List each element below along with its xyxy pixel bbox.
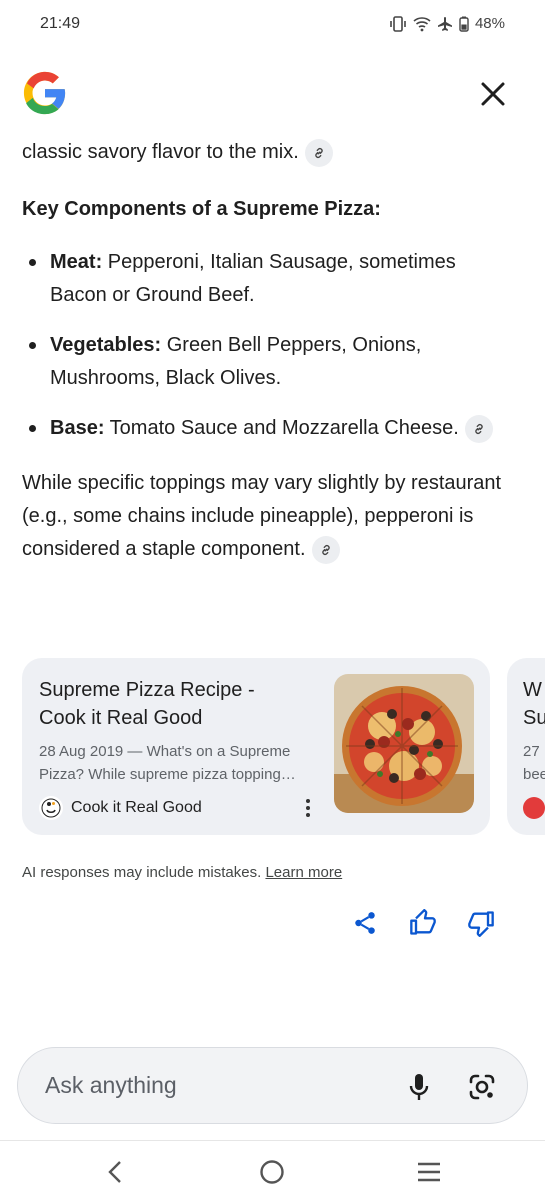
bullet-text: Pepperoni, Italian Sausage, sometimes Ba… — [50, 251, 456, 306]
airplane-icon — [437, 16, 453, 32]
close-icon — [481, 82, 505, 106]
bullet-label: Meat: — [50, 251, 103, 273]
vibrate-icon — [389, 15, 407, 32]
status-time: 21:49 — [40, 15, 81, 32]
components-list: Meat: Pepperoni, Italian Sausage, someti… — [22, 246, 512, 445]
thumbs-down-button[interactable] — [467, 906, 495, 940]
answer-closing: While specific toppings may vary slightl… — [22, 467, 512, 566]
source-card[interactable]: Supreme Pizza Recipe - Cook it Real Good… — [22, 658, 490, 835]
status-bar: 21:49 48% — [0, 0, 545, 50]
card-snippet-line: Pizza? While supreme pizza topping… — [39, 766, 296, 783]
more-vert-icon — [306, 799, 310, 817]
card-title: Supreme Pizza Recipe - Cook it Real Good — [39, 676, 319, 732]
ai-disclaimer: AI responses may include mistakes. Learn… — [22, 864, 342, 881]
battery-icon — [459, 16, 469, 32]
citation-link-button[interactable] — [311, 535, 340, 564]
google-logo[interactable] — [22, 70, 68, 116]
lens-search-button[interactable] — [467, 1072, 497, 1102]
wifi-icon — [413, 16, 431, 32]
feedback-actions — [351, 906, 495, 940]
link-icon — [315, 147, 323, 158]
ai-answer: classic savory flavor to the mix. Key Co… — [22, 136, 512, 566]
thumbs-down-icon — [468, 911, 494, 937]
card-snippet: 27 bee — [523, 740, 545, 786]
card-title-line: Cook it Real Good — [39, 707, 203, 729]
citation-link-button[interactable] — [304, 138, 333, 167]
camera-lens-icon — [469, 1074, 495, 1100]
learn-more-link[interactable]: Learn more — [265, 864, 342, 881]
citation-link-button[interactable] — [464, 414, 493, 443]
pizza-thumbnail — [334, 674, 474, 813]
link-icon — [475, 423, 483, 434]
status-icons: 48% — [389, 15, 505, 32]
recents-button[interactable] — [414, 1157, 444, 1187]
header — [0, 64, 545, 124]
voice-search-button[interactable] — [407, 1072, 431, 1102]
list-item-vegetables: Vegetables: Green Bell Peppers, Onions, … — [22, 329, 512, 395]
card-snippet-line: bee — [523, 766, 545, 783]
home-button[interactable] — [257, 1157, 287, 1187]
card-title: W Su — [523, 676, 545, 732]
menu-icon — [418, 1162, 440, 1182]
list-item-base: Base: Tomato Sauce and Mozzarella Cheese… — [22, 412, 512, 445]
card-snippet-line: 27 — [523, 743, 540, 760]
bullet-label: Vegetables: — [50, 334, 162, 356]
card-snippet-line: 28 Aug 2019 — What's on a Supreme — [39, 743, 291, 760]
share-button[interactable] — [351, 906, 379, 940]
thumbs-up-button[interactable] — [409, 906, 437, 940]
answer-heading: Key Components of a Supreme Pizza: — [22, 198, 381, 220]
battery-percent: 48% — [474, 15, 505, 32]
card-title-line: Supreme Pizza Recipe - — [39, 679, 255, 701]
ask-placeholder: Ask anything — [45, 1072, 177, 1098]
list-item-meat: Meat: Pepperoni, Italian Sausage, someti… — [22, 246, 512, 312]
close-button[interactable] — [477, 78, 509, 110]
answer-closing-text: While specific toppings may vary slightl… — [22, 472, 502, 560]
card-more-button[interactable] — [298, 796, 318, 820]
share-icon — [355, 912, 375, 934]
system-nav-bar — [0, 1140, 545, 1200]
link-icon — [321, 544, 330, 555]
card-title-line: W — [523, 679, 542, 701]
bullet-label: Base: — [50, 417, 105, 439]
card-title-line: Su — [523, 707, 545, 729]
home-icon — [260, 1160, 284, 1184]
ask-input[interactable]: Ask anything — [17, 1047, 528, 1124]
microphone-icon — [409, 1074, 429, 1100]
back-icon — [108, 1161, 121, 1183]
thumbs-up-icon — [410, 909, 436, 935]
card-source: Cook it Real Good — [39, 796, 202, 820]
card-snippet: 28 Aug 2019 — What's on a Supreme Pizza?… — [39, 740, 329, 786]
answer-intro-text: classic savory flavor to the mix. — [22, 141, 299, 163]
back-button[interactable] — [100, 1157, 130, 1187]
site-favicon-icon — [39, 796, 63, 820]
card-source-name: Cook it Real Good — [71, 799, 202, 816]
source-cards-carousel[interactable]: Supreme Pizza Recipe - Cook it Real Good… — [22, 658, 545, 836]
answer-intro: classic savory flavor to the mix. — [22, 136, 512, 169]
source-card[interactable]: W Su 27 bee — [507, 658, 545, 835]
site-favicon-icon — [523, 797, 545, 819]
bullet-text: Tomato Sauce and Mozzarella Cheese. — [104, 417, 459, 439]
disclaimer-text: AI responses may include mistakes. — [22, 864, 262, 881]
page: 21:49 48% classic savory flavor to the m… — [0, 0, 545, 1200]
